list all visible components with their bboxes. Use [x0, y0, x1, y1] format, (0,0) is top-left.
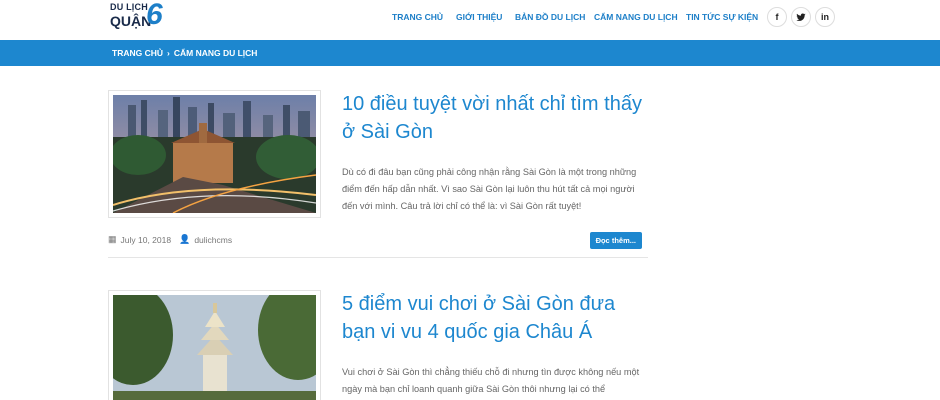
twitter-icon[interactable] — [791, 7, 811, 27]
post-meta: ▦ July 10, 2018 👤 dulichcms — [108, 234, 232, 245]
post-date: July 10, 2018 — [120, 234, 172, 245]
main-nav: TRANG CHỦ GIỚI THIỆU BẢN ĐỒ DU LỊCH CẨM … — [392, 12, 758, 22]
nav-travel-guide[interactable]: CẨM NANG DU LỊCH — [594, 12, 686, 22]
breadcrumb-separator: › — [167, 48, 170, 58]
site-header: DU LỊCH QUẬN 6 TRANG CHỦ GIỚI THIỆU BẢN … — [0, 0, 940, 40]
post-title[interactable]: 10 điều tuyệt vời nhất chỉ tìm thấy ở Sà… — [342, 90, 652, 146]
breadcrumb-current: CẨM NANG DU LỊCH — [173, 48, 258, 58]
linkedin-icon[interactable]: in — [815, 7, 835, 27]
post-excerpt: Vui chơi ở Sài Gòn thì chẳng thiếu chỗ đ… — [342, 367, 640, 394]
read-more-button[interactable]: Đọc thêm... — [589, 232, 642, 249]
logo-top-text: DU LỊCH — [110, 2, 148, 12]
post-title[interactable]: 5 điểm vui chơi ở Sài Gòn đưa bạn vi vu … — [342, 290, 652, 346]
breadcrumb: TRANG CHỦ › CẨM NANG DU LỊCH — [112, 48, 257, 58]
logo-number: 6 — [146, 0, 163, 31]
pagoda-image — [113, 295, 316, 400]
breadcrumb-bar: TRANG CHỦ › CẨM NANG DU LỊCH — [0, 40, 940, 66]
site-logo[interactable]: DU LỊCH QUẬN 6 — [110, 0, 172, 34]
user-icon: 👤 — [179, 234, 191, 244]
city-night-image — [113, 95, 316, 213]
post-divider — [108, 257, 648, 258]
nav-home[interactable]: TRANG CHỦ — [392, 12, 456, 22]
post-item: 5 điểm vui chơi ở Sài Gòn đưa bạn vi vu … — [108, 290, 648, 400]
post-thumbnail[interactable] — [108, 290, 321, 400]
nav-about[interactable]: GIỚI THIỆU — [456, 12, 515, 22]
nav-news-events[interactable]: TIN TỨC SỰ KIỆN — [686, 12, 758, 22]
breadcrumb-home[interactable]: TRANG CHỦ — [112, 48, 163, 58]
post-author[interactable]: dulichcms — [194, 235, 232, 245]
facebook-icon[interactable]: f — [767, 7, 787, 27]
post-thumbnail[interactable] — [108, 90, 321, 218]
nav-travel-map[interactable]: BẢN ĐỒ DU LỊCH — [515, 12, 594, 22]
calendar-icon: ▦ — [108, 234, 117, 244]
social-links: f in — [767, 7, 835, 27]
post-excerpt: Dù có đi đâu bạn cũng phải công nhận rằn… — [342, 167, 637, 211]
post-item: 10 điều tuyệt vời nhất chỉ tìm thấy ở Sà… — [108, 90, 648, 260]
